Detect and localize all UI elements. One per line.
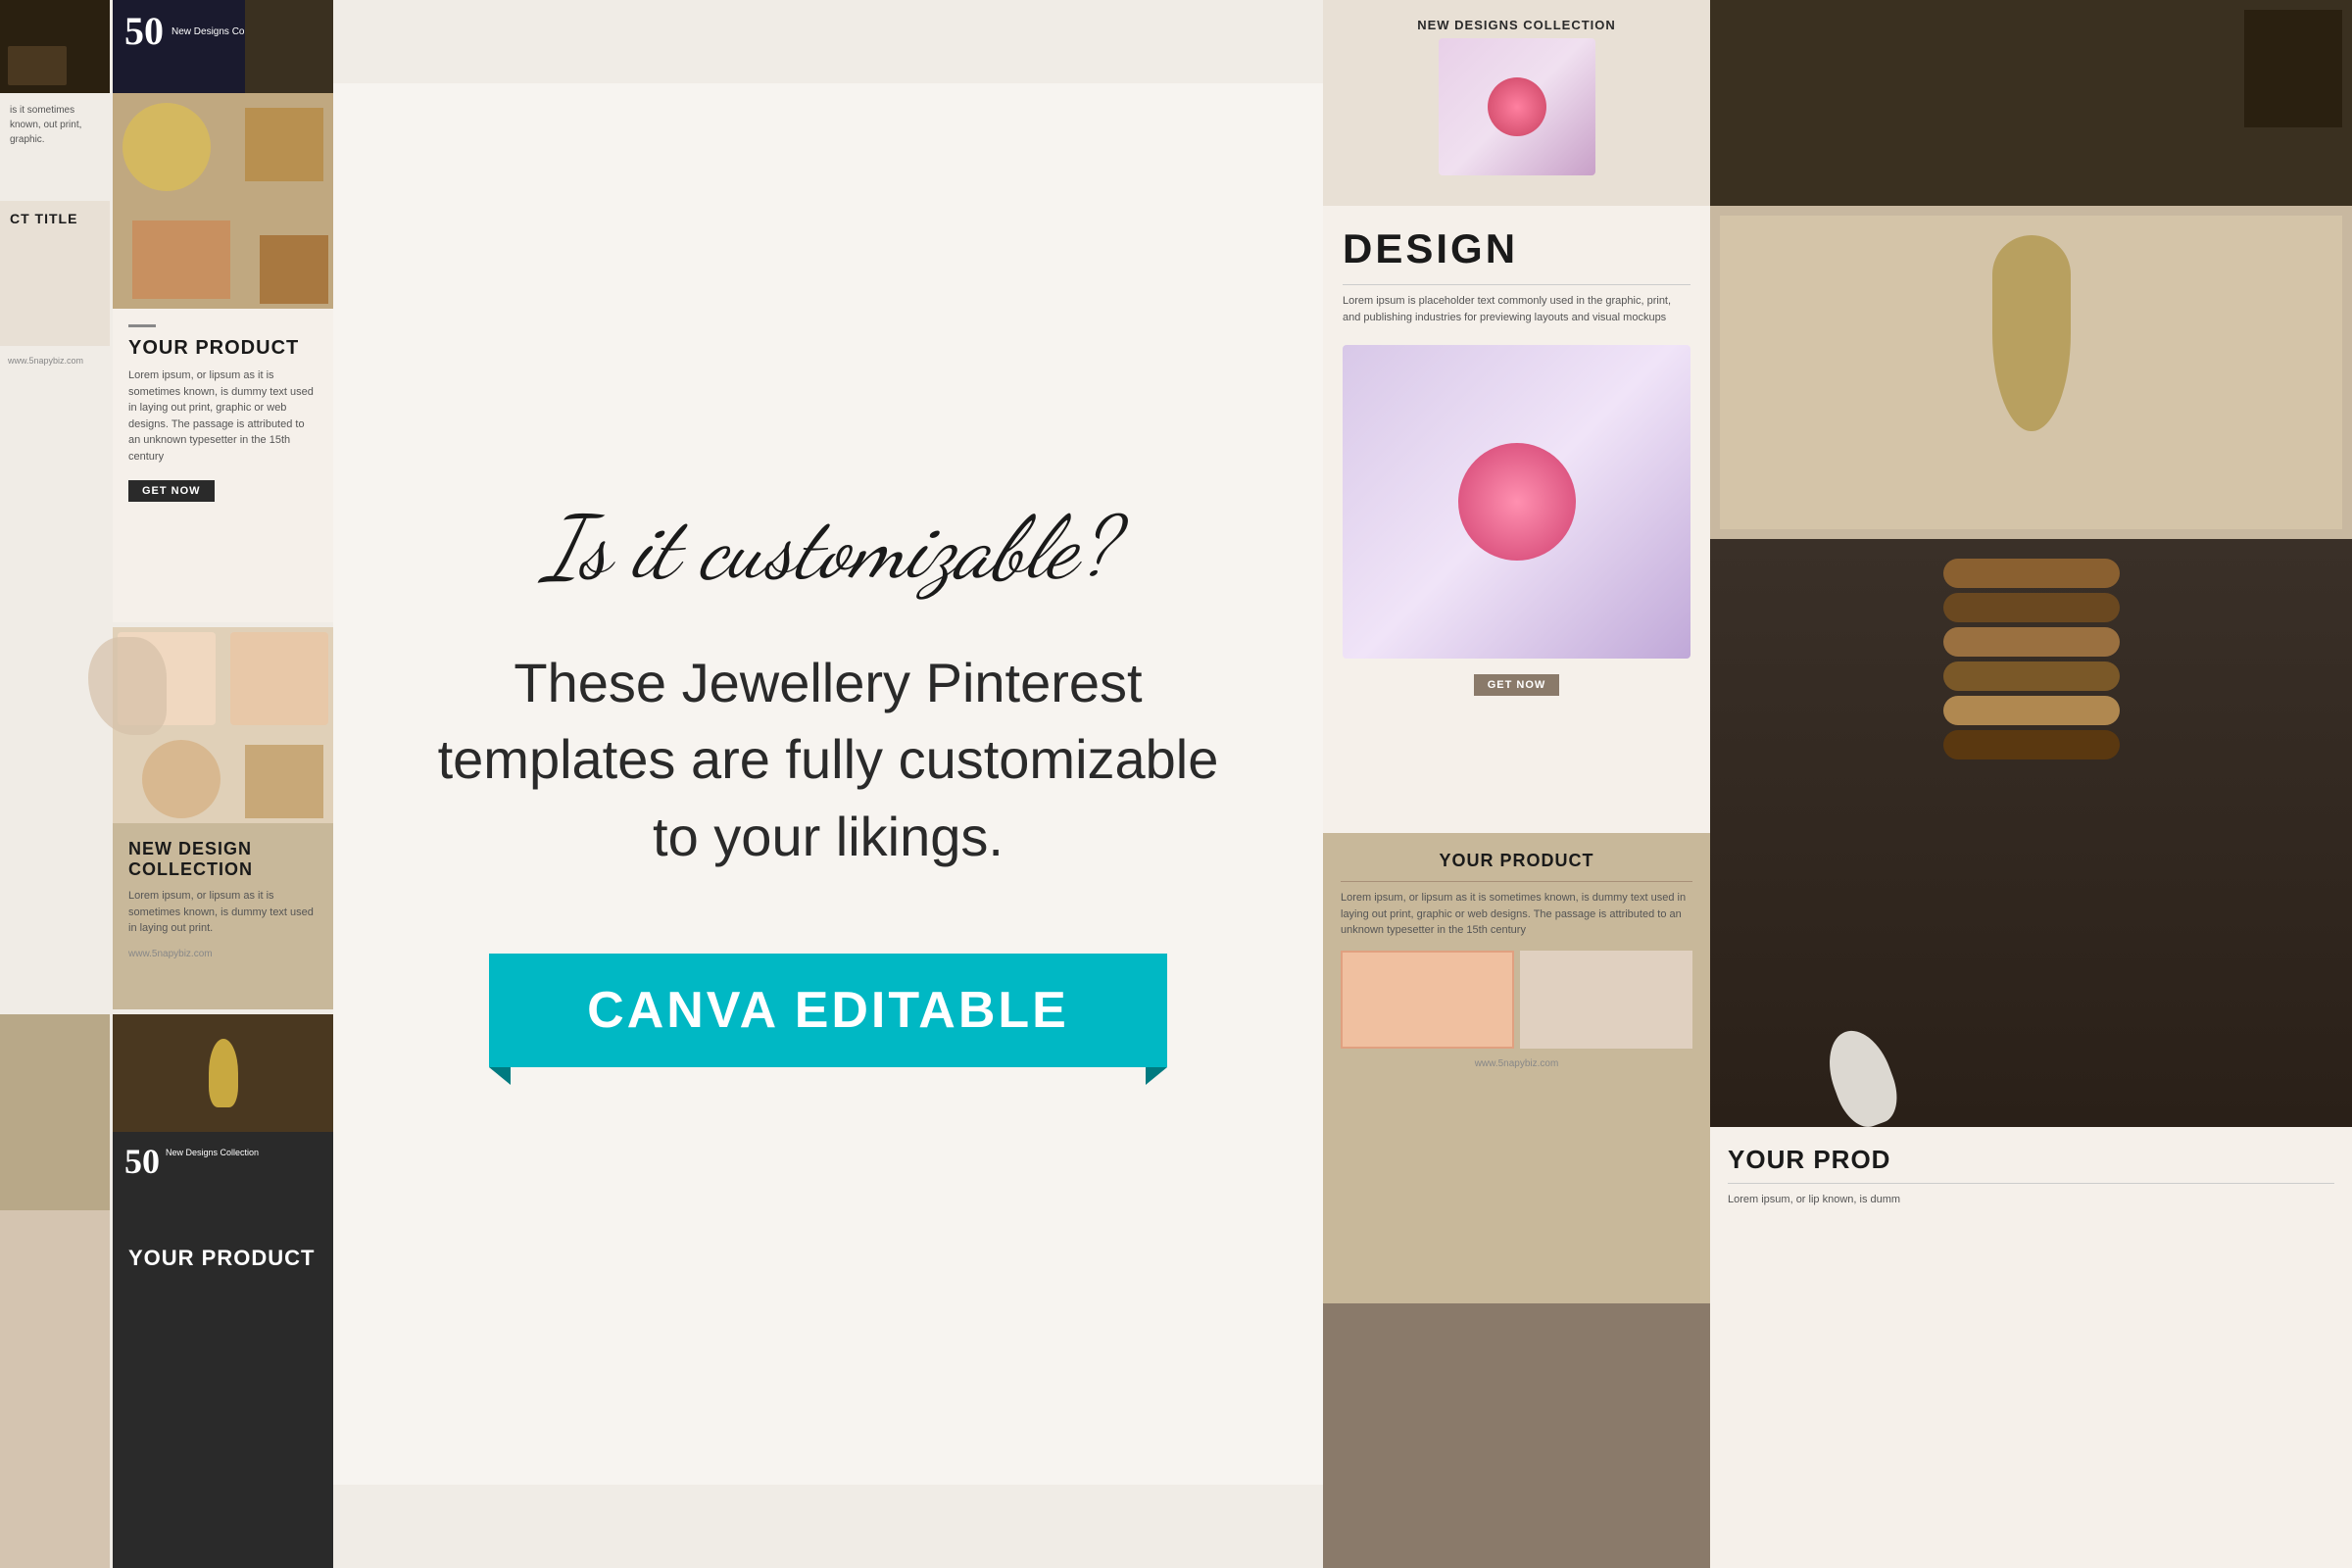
new-designs-label: New Designs Collection xyxy=(1341,18,1692,32)
card-ct-title: CT TITLE xyxy=(0,201,110,346)
card-earring-right xyxy=(1710,206,2352,539)
card-left-url: www.5napybiz.com xyxy=(0,348,110,397)
lorem-left1: is it sometimes known, out print, graphi… xyxy=(10,103,100,147)
new-design-body: Lorem ipsum, or lipsum as it is sometime… xyxy=(128,888,318,937)
website-left: www.5napybiz.com xyxy=(8,356,102,366)
ct-title: CT TITLE xyxy=(10,211,100,226)
card-bracelet-dark xyxy=(1710,539,2352,1127)
card-your-prod-partial: YOUR PROD Lorem ipsum, or lip known, is … xyxy=(1710,1127,2352,1568)
your-product-r-title: YOUR PRODUCT xyxy=(1341,851,1692,871)
card-design-main: DESIGN Lorem ipsum is placeholder text c… xyxy=(1323,206,1710,833)
your-product-r-body: Lorem ipsum, or lipsum as it is sometime… xyxy=(1341,890,1692,939)
card-product-main: YOUR PRODUCT Lorem ipsum, or lipsum as i… xyxy=(113,93,333,622)
cursive-title: Is it customizable? xyxy=(543,501,1113,596)
collection-bottom-left: New Designs Collection xyxy=(166,1144,259,1159)
card-new-designs-header: New Designs Collection xyxy=(1323,0,1710,206)
website-new-design: www.5napybiz.com xyxy=(128,949,318,959)
website-product-r: www.5napybiz.com xyxy=(1341,1058,1692,1069)
canva-editable-button[interactable]: CANVA EDITABLE xyxy=(489,954,1167,1067)
center-panel: Is it customizable? These Jewellery Pint… xyxy=(333,83,1323,1485)
left-column: 50 New Designs Collection is it sometime… xyxy=(0,0,333,1568)
your-product-bottom-left: YOUR PRODUCT xyxy=(128,1246,318,1271)
your-prod-partial-title: YOUR PROD xyxy=(1728,1145,2334,1175)
card-50-bottom-left: 50 New Designs Collection xyxy=(113,1014,333,1230)
right-column: New Designs Collection DESIGN Lorem ipsu… xyxy=(1323,0,2352,1568)
card-your-product-right: YOUR PRODUCT Lorem ipsum, or lipsum as i… xyxy=(1323,833,1710,1303)
feather-decoration xyxy=(1833,1029,1931,1147)
card-50-top: 50 New Designs Collection xyxy=(113,0,333,93)
number-50: 50 xyxy=(124,12,164,51)
new-design-title: NEW DESIGN COLLECTION xyxy=(128,839,318,880)
get-now-btn-main[interactable]: GET NOW xyxy=(128,480,215,502)
card-design-dark-top xyxy=(1710,0,2352,206)
get-now-btn-design[interactable]: GET NOW xyxy=(1474,674,1560,696)
subtitle-text: These Jewellery Pinterest templates are … xyxy=(426,645,1230,875)
design-body: Lorem ipsum is placeholder text commonly… xyxy=(1343,293,1690,325)
product-title-main: YOUR PRODUCT xyxy=(128,337,318,360)
card-left-edge-top xyxy=(0,0,110,93)
your-prod-partial-body: Lorem ipsum, or lip known, is dumm xyxy=(1728,1192,2334,1208)
product-body-main: Lorem ipsum, or lipsum as it is sometime… xyxy=(128,368,318,465)
num-bottom-left: 50 xyxy=(124,1144,160,1179)
card-your-product-bottom-left: YOUR PRODUCT xyxy=(113,1230,333,1568)
card-left-bottom-strip xyxy=(0,1014,110,1568)
card-bottom-right-product xyxy=(1323,1303,1710,1568)
design-title: DESIGN xyxy=(1343,225,1690,272)
